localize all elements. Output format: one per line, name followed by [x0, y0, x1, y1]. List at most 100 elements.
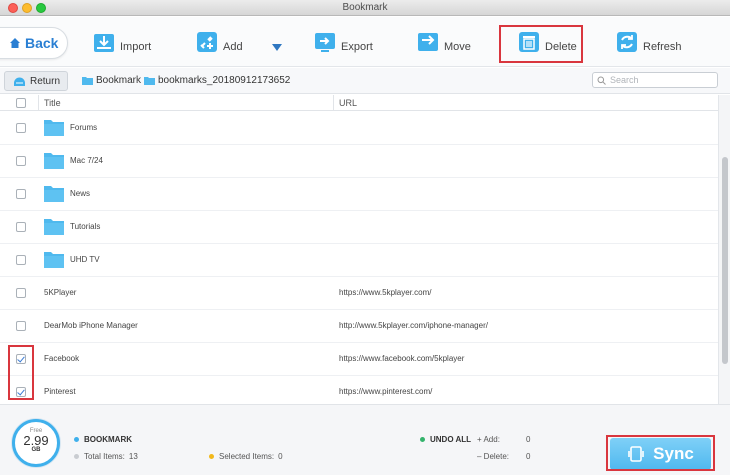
table-row[interactable]: Tutorials [0, 211, 718, 244]
row-url: https://www.facebook.com/5kplayer [339, 354, 465, 363]
refresh-icon [617, 32, 637, 52]
row-url: http://www.5kplayer.com/iphone-manager/ [339, 321, 488, 330]
back-button[interactable]: Back [0, 27, 68, 59]
window-title: Bookmark [342, 2, 388, 13]
bookmark-dot-icon [74, 437, 79, 442]
column-header-title[interactable]: Title [44, 98, 61, 108]
add-count-value: 0 [526, 435, 531, 444]
move-folder-icon [418, 33, 438, 51]
row-title: Pinterest [44, 387, 76, 396]
move-label: Move [444, 41, 471, 53]
export-label: Export [341, 41, 373, 53]
search-box[interactable] [592, 72, 718, 88]
row-title: DearMob iPhone Manager [44, 321, 138, 330]
free-space-gauge: Free 2.99 GB [12, 419, 60, 467]
breadcrumb-current-folder[interactable]: bookmarks_20180912173652 [144, 75, 290, 86]
table-row[interactable]: Forums [0, 112, 718, 145]
bookmark-list: Forums Mac 7/24 News Tutorials UHD TV 5K… [0, 112, 718, 404]
row-url: https://www.pinterest.com/ [339, 387, 433, 396]
free-space-unit: GB [31, 447, 41, 453]
refresh-label: Refresh [643, 41, 682, 53]
column-header-url[interactable]: URL [339, 98, 357, 108]
row-checkbox[interactable] [16, 189, 26, 199]
selected-items-dot-icon [209, 454, 214, 459]
return-icon [14, 77, 25, 86]
import-icon [94, 34, 114, 52]
move-button[interactable]: Move [416, 28, 471, 56]
add-link-icon [197, 32, 217, 52]
table-row[interactable]: News [0, 178, 718, 211]
refresh-button[interactable]: Refresh [615, 28, 682, 56]
total-items-dot-icon [74, 454, 79, 459]
folder-icon [44, 120, 64, 136]
row-title: UHD TV [70, 255, 100, 264]
undo-dot-icon [420, 437, 425, 442]
folder-icon [44, 153, 64, 169]
row-checkbox[interactable] [16, 123, 26, 133]
row-title: Facebook [44, 354, 80, 363]
bookmark-summary-title: BOOKMARK [74, 435, 132, 444]
add-count: + Add: 0 [477, 435, 530, 444]
total-items-stat: Total Items: 13 [74, 452, 138, 461]
export-icon [315, 33, 335, 52]
row-checkbox[interactable] [16, 255, 26, 265]
row-url: https://www.5kplayer.com/ [339, 288, 432, 297]
table-row[interactable]: Mac 7/24 [0, 145, 718, 178]
delete-count-value: 0 [526, 452, 531, 461]
folder-icon [44, 252, 64, 268]
add-count-label: + Add: [477, 435, 500, 444]
table-row[interactable]: Pinterest https://www.pinterest.com/ [0, 376, 718, 404]
row-checkbox[interactable] [16, 321, 26, 331]
delete-count: – Delete: 0 [477, 452, 530, 461]
table-row[interactable]: Facebook https://www.facebook.com/5kplay… [0, 343, 718, 376]
row-checkbox[interactable] [16, 222, 26, 232]
undo-all-label: UNDO ALL [430, 435, 472, 444]
folder-icon [44, 219, 64, 235]
breadcrumb-current-folder-label: bookmarks_20180912173652 [158, 75, 291, 86]
search-icon [597, 76, 606, 85]
add-label: Add [223, 41, 243, 53]
back-button-label: Back [25, 35, 59, 51]
total-items-value: 13 [128, 452, 138, 461]
table-row[interactable]: 5KPlayer https://www.5kplayer.com/ [0, 277, 718, 310]
breadcrumb-bookmark[interactable]: Bookmark [82, 75, 141, 86]
row-title: News [70, 189, 91, 198]
selected-items-stat: Selected Items: 0 [209, 452, 283, 461]
sync-highlight-box [606, 435, 715, 471]
export-button[interactable]: Export [313, 28, 373, 56]
delete-highlight-box [499, 25, 583, 63]
folder-icon [144, 77, 155, 85]
home-icon [10, 38, 20, 48]
row-checkbox[interactable] [16, 288, 26, 298]
return-button[interactable]: Return [4, 71, 68, 91]
bookmark-summary-label: BOOKMARK [84, 435, 132, 444]
search-input[interactable] [610, 75, 710, 85]
folder-icon [82, 77, 93, 85]
row-title: Mac 7/24 [70, 156, 103, 165]
vertical-scrollbar[interactable] [718, 95, 730, 404]
navigation-bar: Return Bookmark › bookmarks_201809121736… [0, 68, 730, 94]
select-all-checkbox[interactable] [16, 98, 26, 108]
selected-items-label: Selected Items: [219, 452, 275, 461]
table-header: Title URL [0, 95, 718, 111]
undo-all-button[interactable]: UNDO ALL [420, 435, 471, 444]
table-row[interactable]: UHD TV [0, 244, 718, 277]
total-items-label: Total Items: [84, 452, 125, 461]
row-title: Forums [70, 123, 98, 132]
column-divider [333, 95, 334, 111]
row-title: Tutorials [70, 222, 101, 231]
import-label: Import [120, 41, 152, 53]
delete-count-label: – Delete: [477, 452, 510, 461]
add-dropdown-arrow-icon[interactable] [272, 44, 282, 51]
folder-icon [44, 186, 64, 202]
table-row[interactable]: DearMob iPhone Manager http://www.5kplay… [0, 310, 718, 343]
return-label: Return [30, 75, 61, 87]
checked-rows-highlight-box [8, 345, 34, 400]
add-button[interactable]: Add [195, 28, 243, 56]
breadcrumb-bookmark-label: Bookmark [96, 75, 142, 86]
column-divider [38, 95, 39, 111]
selected-items-value: 0 [278, 452, 283, 461]
import-button[interactable]: Import [92, 28, 151, 56]
scrollbar-thumb[interactable] [722, 157, 728, 364]
row-checkbox[interactable] [16, 156, 26, 166]
